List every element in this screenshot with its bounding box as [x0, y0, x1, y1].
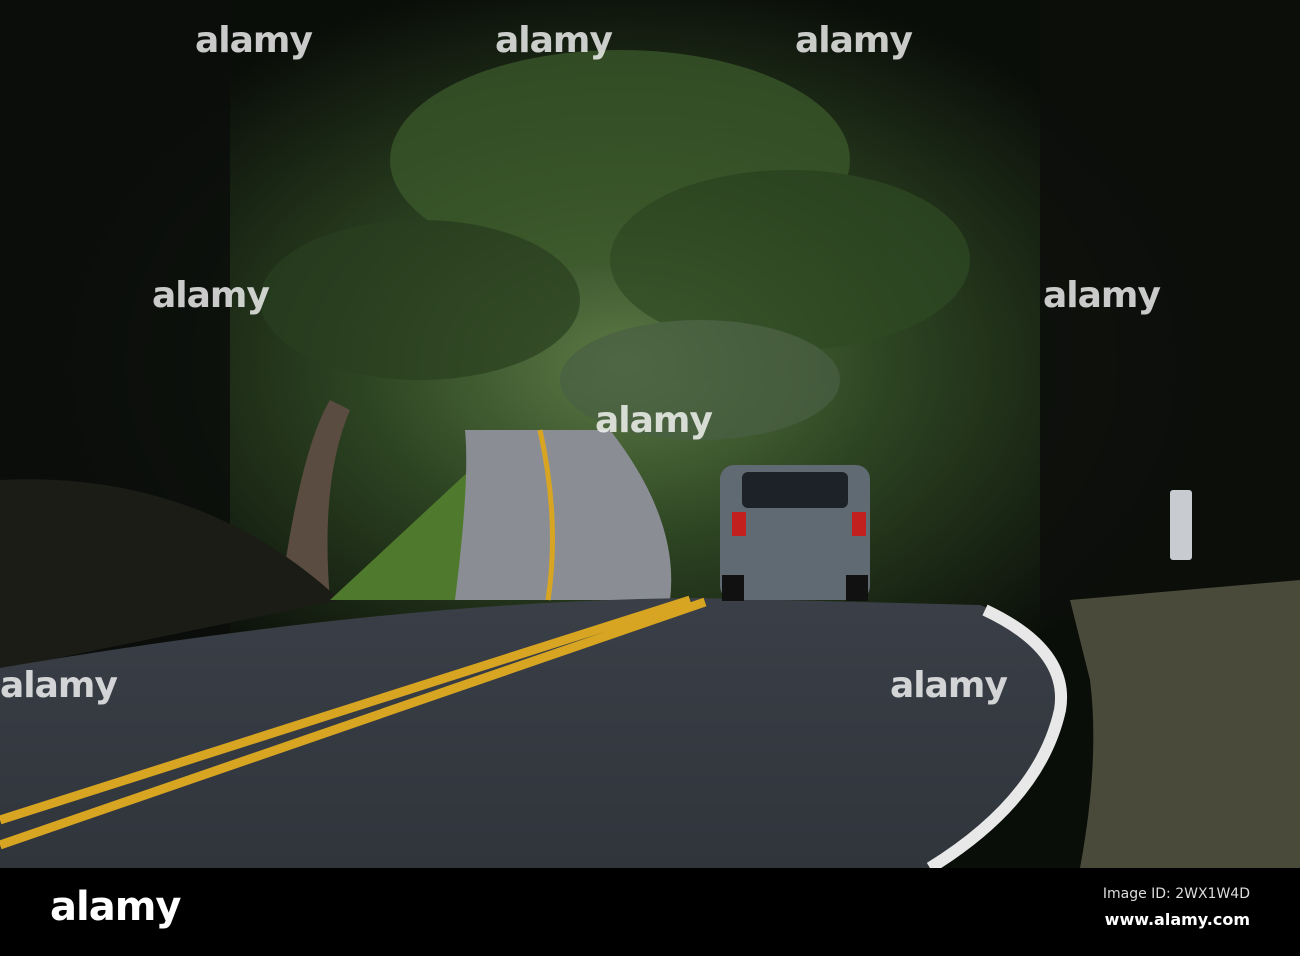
watermark: alamy	[152, 275, 270, 316]
car	[720, 465, 870, 601]
road-sign	[1170, 490, 1192, 560]
watermark: alamy	[0, 665, 118, 706]
watermark: alamy	[495, 20, 613, 61]
watermark: alamy	[1043, 275, 1161, 316]
watermark: alamy	[195, 20, 313, 61]
website-url: www.alamy.com	[1104, 910, 1250, 929]
watermark: alamy	[795, 20, 913, 61]
watermark: alamy	[890, 665, 1008, 706]
alamy-logo: alamy	[50, 884, 181, 930]
stock-photo: alamy alamy alamy alamy alamy alamy alam…	[0, 0, 1300, 956]
right-grass	[1070, 580, 1300, 868]
image-id: Image ID: 2WX1W4D	[1102, 886, 1250, 902]
watermark: alamy	[595, 400, 713, 441]
